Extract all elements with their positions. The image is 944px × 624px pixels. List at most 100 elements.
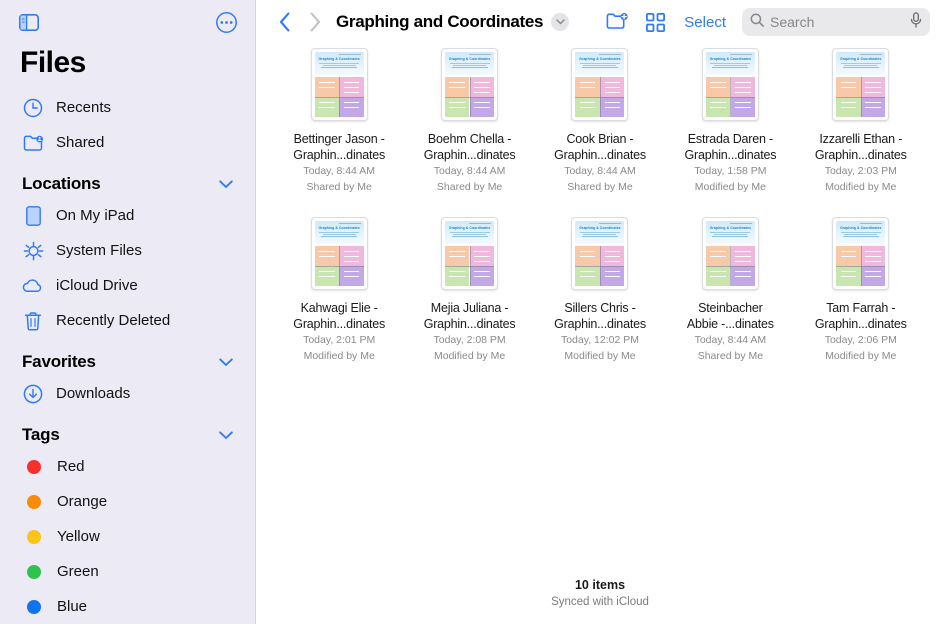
sidebar-item-icloud-drive[interactable]: iCloud Drive	[0, 268, 255, 303]
sidebar-item-label: On My iPad	[56, 207, 134, 224]
file-date: Today, 2:03 PM	[825, 164, 897, 179]
thumbnail-doc-title: Graphing & Coordinates	[449, 226, 490, 230]
sidebar-section-label: Favorites	[22, 352, 96, 372]
new-folder-icon[interactable]	[598, 7, 636, 37]
sidebar-tag-red[interactable]: Red	[0, 449, 255, 484]
tag-dot-icon	[23, 530, 45, 544]
more-circle-icon[interactable]	[215, 11, 237, 33]
sidebar-toggle-icon[interactable]	[18, 11, 40, 33]
ipad-icon	[22, 205, 44, 227]
file-thumbnail[interactable]: Graphing & Coordinates	[441, 217, 498, 290]
file-grid: Graphing & Coordinates Bettinger Jason -G…	[256, 44, 944, 364]
quadrant-diagram	[836, 246, 885, 287]
search-icon	[750, 13, 764, 32]
file-item[interactable]: Graphing & Coordinates SteinbacherAbbie -…	[665, 217, 795, 364]
select-button[interactable]: Select	[674, 14, 736, 31]
sidebar-section-label: Locations	[22, 174, 101, 194]
chevron-down-icon[interactable]	[219, 356, 233, 369]
file-status: Modified by Me	[825, 349, 896, 364]
quadrant-diagram	[315, 77, 364, 118]
sidebar-tag-label: Red	[57, 458, 85, 475]
chevron-down-icon[interactable]	[219, 178, 233, 191]
file-status: Modified by Me	[564, 349, 635, 364]
quadrant-diagram	[575, 77, 624, 118]
toolbar: Graphing and Coordinates	[256, 0, 944, 44]
file-status: Shared by Me	[698, 349, 763, 364]
file-thumbnail[interactable]: Graphing & Coordinates	[702, 217, 759, 290]
file-name: Estrada Daren -Graphin...dinates	[684, 131, 776, 163]
file-item[interactable]: Graphing & Coordinates Tam Farrah -Graphi…	[796, 217, 926, 364]
sidebar-item-shared[interactable]: Shared	[0, 125, 255, 160]
file-item[interactable]: Graphing & CoordinatesMejia Juliana -Gra…	[404, 217, 534, 364]
sidebar-tag-label: Green	[57, 563, 99, 580]
sidebar-topbar	[0, 0, 255, 44]
sidebar-tag-green[interactable]: Green	[0, 554, 255, 589]
item-count: 10 items	[256, 578, 944, 592]
file-item[interactable]: Graphing & CoordinatesSillers Chris -Gra…	[535, 217, 665, 364]
file-item[interactable]: Graphing & CoordinatesCook Brian -Graphi…	[535, 48, 665, 195]
file-status: Modified by Me	[434, 349, 505, 364]
search-placeholder: Search	[770, 14, 904, 30]
file-item[interactable]: Graphing & Coordinates Estrada Daren -Gra…	[665, 48, 795, 195]
quadrant-diagram	[575, 246, 624, 287]
file-thumbnail[interactable]: Graphing & Coordinates	[702, 48, 759, 121]
sidebar-item-system-files[interactable]: System Files	[0, 233, 255, 268]
sidebar-item-label: iCloud Drive	[56, 277, 138, 294]
file-thumbnail[interactable]: Graphing & Coordinates	[441, 48, 498, 121]
trash-icon	[22, 310, 44, 332]
file-item[interactable]: Graphing & Coordinates Bettinger Jason -G…	[274, 48, 404, 195]
chevron-right-icon[interactable]	[300, 12, 330, 32]
download-circle-icon	[22, 383, 44, 405]
file-status: Shared by Me	[437, 180, 502, 195]
sidebar-item-label: Downloads	[56, 385, 130, 402]
sidebar-section-tags[interactable]: Tags	[0, 411, 255, 449]
thumbnail-doc-title: Graphing & Coordinates	[710, 57, 751, 61]
file-thumbnail[interactable]: Graphing & Coordinates	[311, 48, 368, 121]
thumbnail-doc-title: Graphing & Coordinates	[840, 226, 881, 230]
search-input[interactable]: Search	[742, 8, 930, 36]
file-status: Shared by Me	[307, 180, 372, 195]
file-name: Tam Farrah -Graphin...dinates	[815, 300, 907, 332]
file-date: Today, 2:08 PM	[434, 333, 506, 348]
sidebar-section-favorites[interactable]: Favorites	[0, 338, 255, 376]
file-thumbnail[interactable]: Graphing & Coordinates	[832, 48, 889, 121]
quadrant-diagram	[706, 246, 755, 287]
status-footer: 10 items Synced with iCloud	[256, 578, 944, 608]
file-thumbnail[interactable]: Graphing & Coordinates	[832, 217, 889, 290]
sidebar-item-downloads[interactable]: Downloads	[0, 376, 255, 411]
sidebar-item-recents[interactable]: Recents	[0, 90, 255, 125]
chevron-left-icon[interactable]	[270, 12, 300, 32]
quadrant-diagram	[706, 77, 755, 118]
file-name: SteinbacherAbbie -...dinates	[687, 300, 774, 332]
grid-view-icon[interactable]	[636, 7, 674, 37]
shared-folder-icon	[22, 132, 44, 154]
thumbnail-doc-title: Graphing & Coordinates	[318, 226, 359, 230]
quadrant-diagram	[315, 246, 364, 287]
thumbnail-doc-title: Graphing & Coordinates	[579, 57, 620, 61]
file-date: Today, 12:02 PM	[561, 333, 639, 348]
file-name: Bettinger Jason -Graphin...dinates	[293, 131, 385, 163]
file-thumbnail[interactable]: Graphing & Coordinates	[311, 217, 368, 290]
file-item[interactable]: Graphing & CoordinatesBoehm Chella -Grap…	[404, 48, 534, 195]
quadrant-diagram	[445, 77, 494, 118]
sidebar-item-recently-deleted[interactable]: Recently Deleted	[0, 303, 255, 338]
file-date: Today, 8:44 AM	[695, 333, 767, 348]
file-status: Shared by Me	[567, 180, 632, 195]
chevron-down-icon[interactable]	[219, 429, 233, 442]
file-thumbnail[interactable]: Graphing & Coordinates	[571, 217, 628, 290]
clock-icon	[22, 97, 44, 119]
system-files-icon	[22, 240, 44, 262]
sidebar-tag-orange[interactable]: Orange	[0, 484, 255, 519]
microphone-icon[interactable]	[910, 12, 922, 33]
file-name: Izzarelli Ethan -Graphin...dinates	[815, 131, 907, 163]
file-item[interactable]: Graphing & CoordinatesKahwagi Elie -Grap…	[274, 217, 404, 364]
sidebar-tag-yellow[interactable]: Yellow	[0, 519, 255, 554]
file-thumbnail[interactable]: Graphing & Coordinates	[571, 48, 628, 121]
file-item[interactable]: Graphing & Coordinates Izzarelli Ethan -G…	[796, 48, 926, 195]
sidebar-section-locations[interactable]: Locations	[0, 160, 255, 198]
sidebar-item-on-my-ipad[interactable]: On My iPad	[0, 198, 255, 233]
folder-title: Graphing and Coordinates	[336, 12, 543, 32]
chevron-down-icon[interactable]	[551, 13, 569, 31]
icloud-icon	[22, 275, 44, 297]
sidebar-tag-blue[interactable]: Blue	[0, 589, 255, 624]
